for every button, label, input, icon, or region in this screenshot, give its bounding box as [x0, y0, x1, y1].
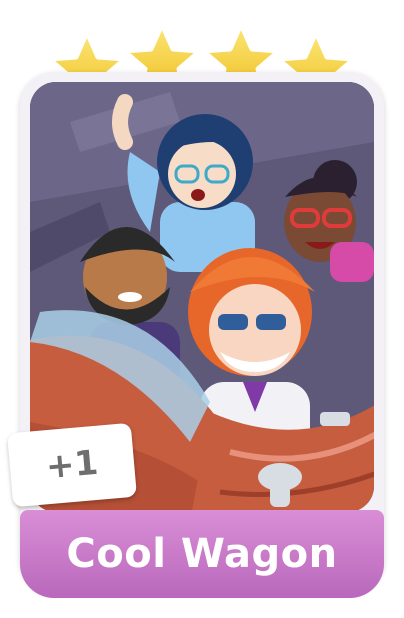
card-title: Cool Wagon: [66, 531, 338, 577]
sticker-card[interactable]: +1 Cool Wagon: [0, 0, 404, 618]
bonus-badge: +1: [7, 422, 137, 508]
card-name-banner: Cool Wagon: [20, 510, 384, 598]
bonus-badge-label: +1: [44, 442, 100, 488]
